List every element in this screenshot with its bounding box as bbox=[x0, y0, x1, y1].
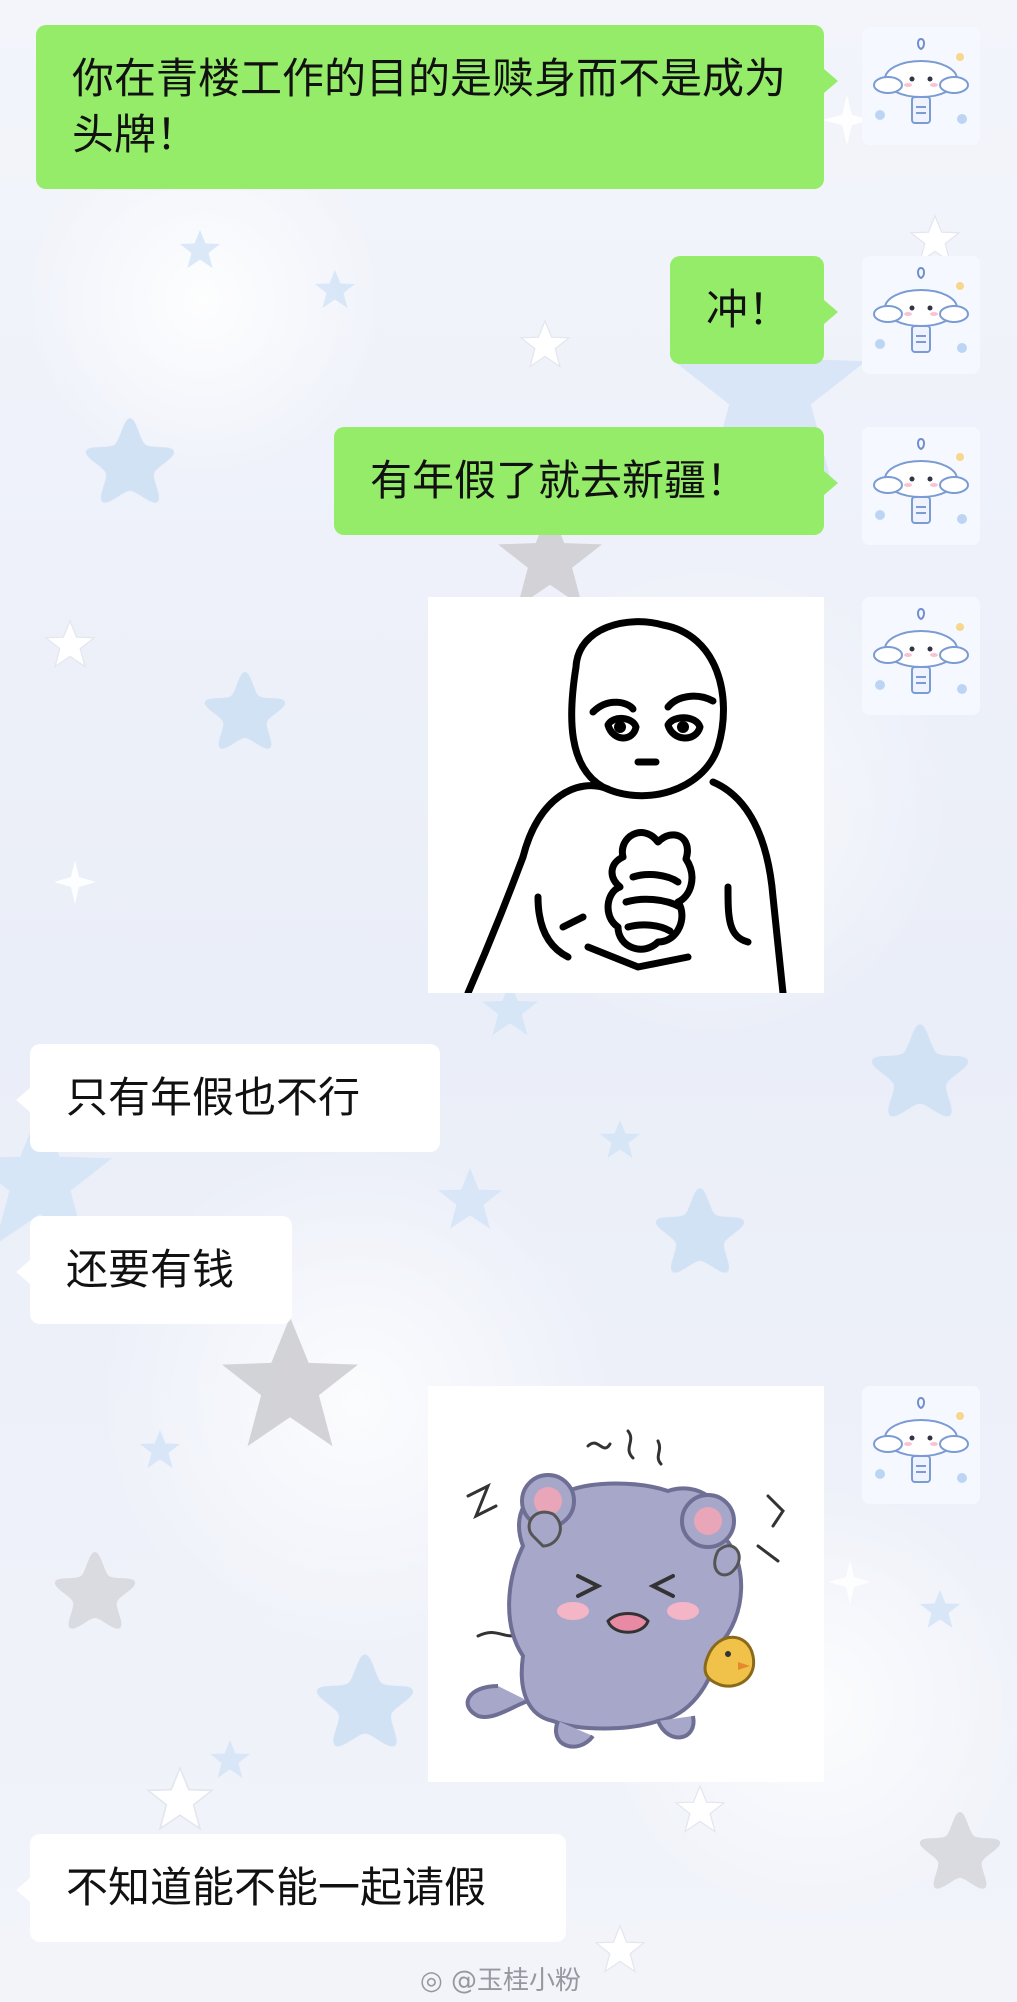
cinnamoroll-charm-icon bbox=[862, 427, 980, 545]
message-text: 只有年假也不行 bbox=[66, 1073, 361, 1122]
user-avatar[interactable] bbox=[862, 1386, 980, 1504]
sticker-message[interactable] bbox=[428, 1386, 824, 1782]
weibo-icon: ◎ bbox=[420, 1966, 443, 1996]
cinnamoroll-charm-icon bbox=[862, 256, 980, 374]
user-avatar[interactable] bbox=[862, 27, 980, 145]
watermark: ◎ @玉桂小粉 bbox=[420, 1960, 581, 1997]
message-text: 你在青楼工作的目的是赎身而不是成为头牌！ bbox=[72, 54, 787, 159]
cinnamoroll-charm-icon bbox=[862, 597, 980, 715]
message-text: 还要有钱 bbox=[66, 1245, 235, 1294]
user-avatar[interactable] bbox=[862, 256, 980, 374]
received-message-bubble[interactable]: 不知道能不能一起请假 bbox=[16, 1834, 566, 1942]
cinnamoroll-charm-icon bbox=[862, 1386, 980, 1504]
sent-message-bubble[interactable]: 有年假了就去新疆！ bbox=[334, 427, 838, 535]
received-message-bubble[interactable]: 只有年假也不行 bbox=[16, 1044, 440, 1152]
message-text: 冲！ bbox=[706, 285, 791, 334]
cinnamoroll-charm-icon bbox=[862, 27, 980, 145]
sent-message-bubble[interactable]: 你在青楼工作的目的是赎身而不是成为头牌！ bbox=[36, 25, 838, 189]
message-text: 不知道能不能一起请假 bbox=[66, 1863, 487, 1912]
determined-face-sticker-icon bbox=[428, 597, 824, 993]
user-avatar[interactable] bbox=[862, 597, 980, 715]
sticker-message[interactable] bbox=[428, 597, 824, 993]
distressed-mouse-sticker-icon bbox=[428, 1386, 824, 1782]
watermark-text: @玉桂小粉 bbox=[450, 1966, 581, 1996]
message-text: 有年假了就去新疆！ bbox=[370, 456, 749, 505]
sent-message-bubble[interactable]: 冲！ bbox=[670, 256, 838, 364]
received-message-bubble[interactable]: 还要有钱 bbox=[16, 1216, 292, 1324]
user-avatar[interactable] bbox=[862, 427, 980, 545]
